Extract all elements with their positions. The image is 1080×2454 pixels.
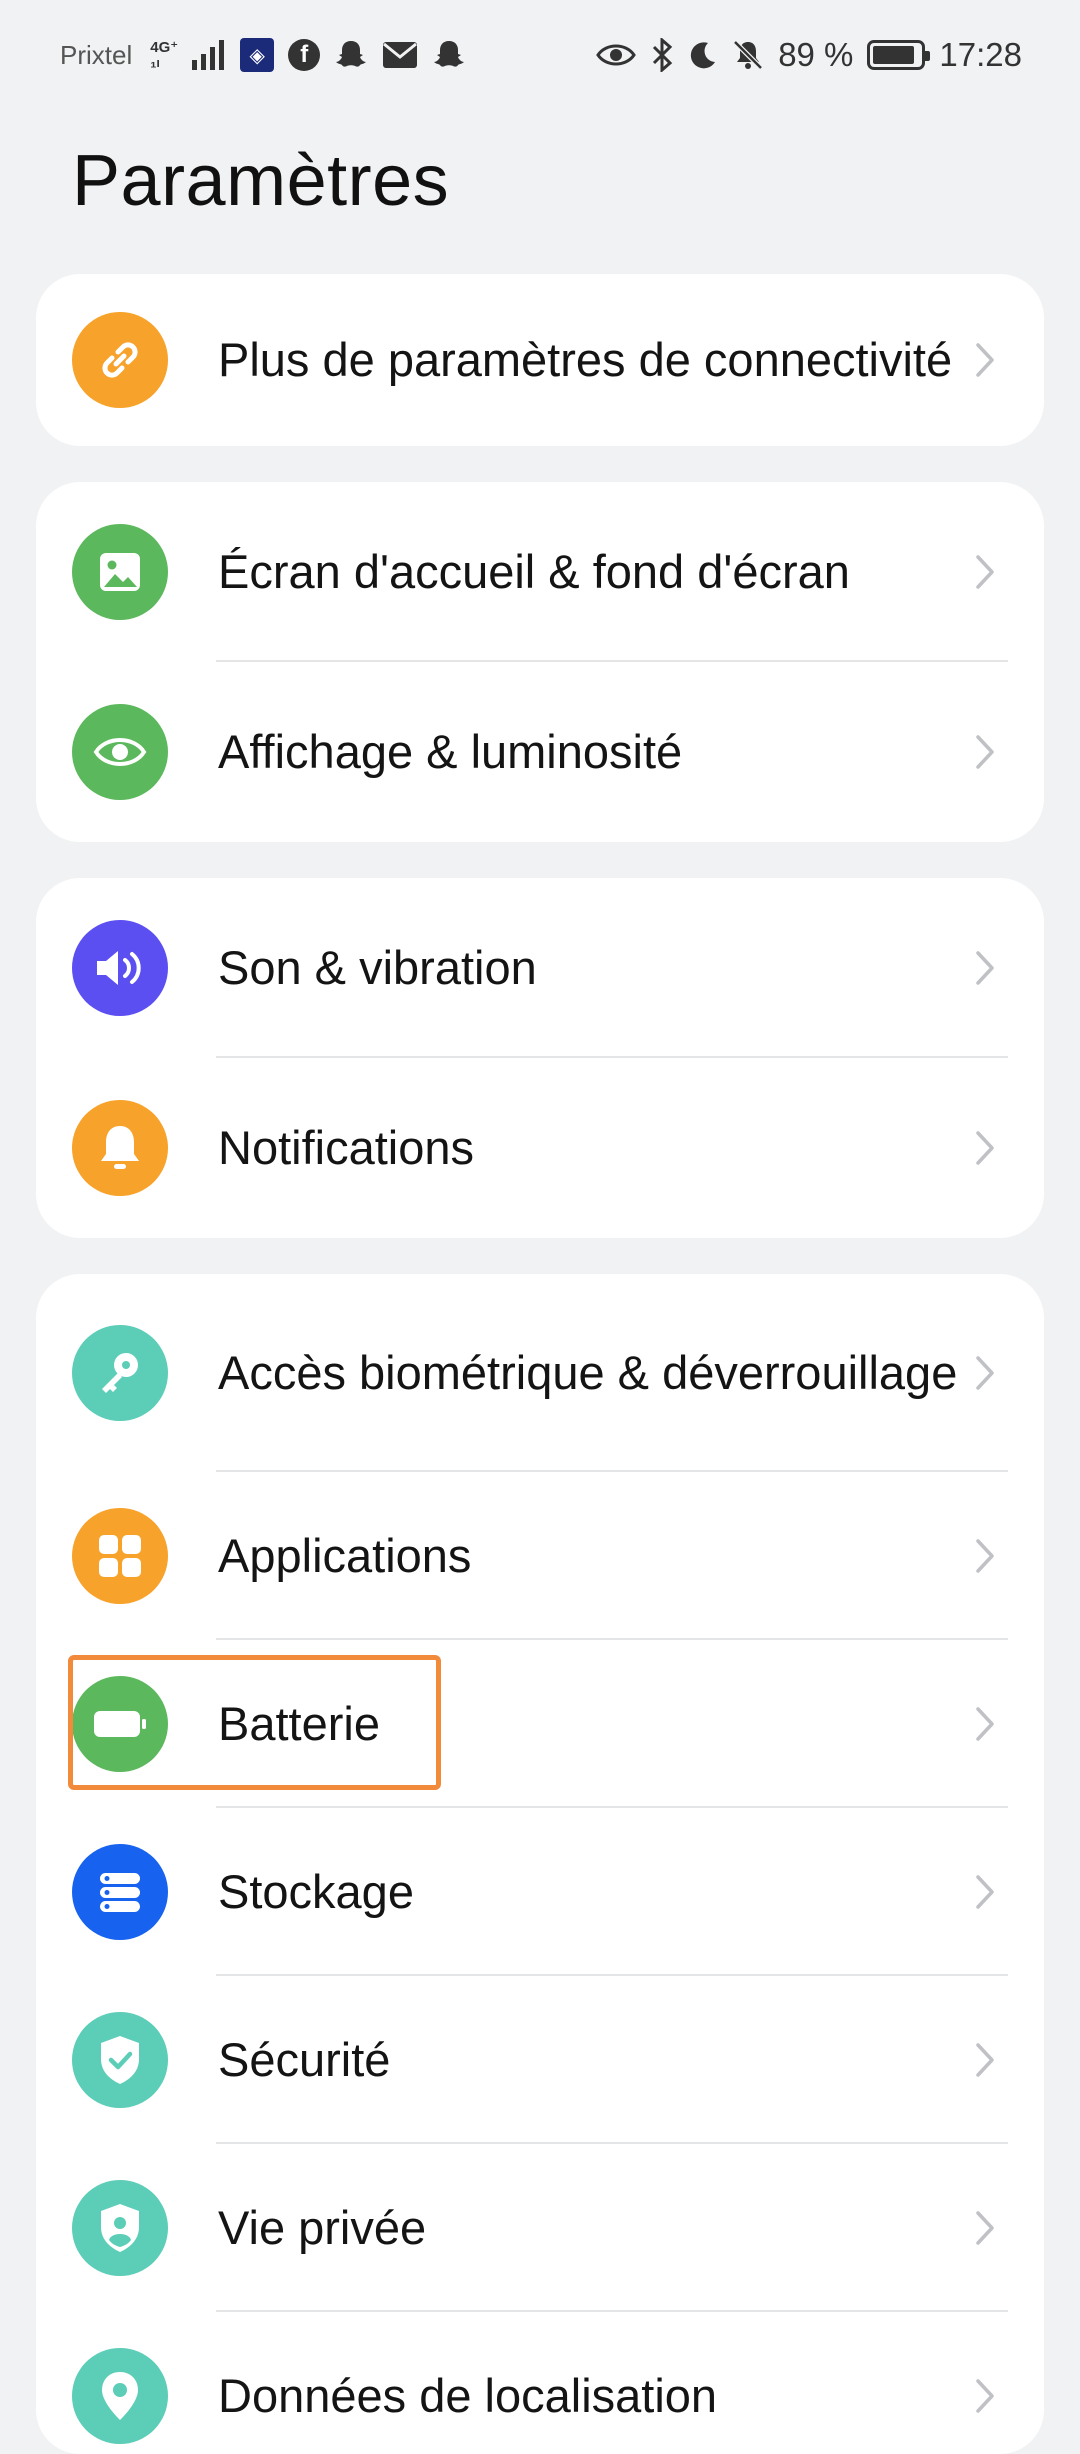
settings-item-notifications[interactable]: Notifications xyxy=(36,1058,1044,1238)
settings-card-display: Écran d'accueil & fond d'écran Affichage… xyxy=(36,482,1044,842)
bell-icon xyxy=(72,1100,168,1196)
battery-status-icon xyxy=(867,40,931,70)
chevron-right-icon xyxy=(970,1128,1000,1168)
status-left: Prixtel 4G⁺ ₁ₗ ◈ f xyxy=(60,38,466,72)
bluetooth-icon xyxy=(650,38,674,72)
status-bar: Prixtel 4G⁺ ₁ₗ ◈ f 89 % 17:28 xyxy=(0,0,1080,110)
apps-icon xyxy=(72,1508,168,1604)
settings-item-security[interactable]: Sécurité xyxy=(36,1976,1044,2144)
settings-item-applications[interactable]: Applications xyxy=(36,1472,1044,1640)
settings-item-home-screen[interactable]: Écran d'accueil & fond d'écran xyxy=(36,482,1044,662)
settings-item-connectivity[interactable]: Plus de paramètres de connectivité xyxy=(36,274,1044,446)
chevron-right-icon xyxy=(970,2208,1000,2248)
privacy-shield-icon xyxy=(72,2180,168,2276)
chevron-right-icon xyxy=(970,1872,1000,1912)
snapchat-icon-2 xyxy=(432,38,466,72)
link-icon xyxy=(72,312,168,408)
settings-item-label: Applications xyxy=(218,1529,472,1582)
network-type: 4G⁺ xyxy=(150,39,179,56)
key-icon xyxy=(72,1325,168,1421)
location-icon xyxy=(72,2348,168,2444)
battery-percent: 89 % xyxy=(778,36,854,73)
settings-item-location[interactable]: Données de localisation xyxy=(36,2312,1044,2454)
settings-item-label: Affichage & luminosité xyxy=(218,725,683,778)
settings-item-label: Données de localisation xyxy=(218,2369,718,2422)
settings-item-label: Plus de paramètres de connectivité xyxy=(218,333,953,386)
chevron-right-icon xyxy=(970,1704,1000,1744)
chevron-right-icon xyxy=(970,1536,1000,1576)
storage-icon xyxy=(72,1844,168,1940)
settings-item-label: Stockage xyxy=(218,1865,414,1918)
shield-check-icon xyxy=(72,2012,168,2108)
settings-item-battery[interactable]: Batterie xyxy=(36,1640,1044,1808)
speaker-icon xyxy=(72,920,168,1016)
settings-item-label: Écran d'accueil & fond d'écran xyxy=(218,545,850,598)
settings-item-sound[interactable]: Son & vibration xyxy=(36,878,1044,1058)
chevron-right-icon xyxy=(970,732,1000,772)
app-notification-icon: ◈ xyxy=(240,38,275,72)
settings-item-label: Notifications xyxy=(218,1121,474,1174)
chevron-right-icon xyxy=(970,340,1000,380)
settings-item-privacy[interactable]: Vie privée xyxy=(36,2144,1044,2312)
settings-item-label: Sécurité xyxy=(218,2033,391,2086)
settings-item-storage[interactable]: Stockage xyxy=(36,1808,1044,1976)
chevron-right-icon xyxy=(970,1353,1000,1393)
moon-icon xyxy=(688,40,718,70)
settings-item-label: Batterie xyxy=(218,1697,380,1750)
page-title: Paramètres xyxy=(72,141,450,221)
clock: 17:28 xyxy=(939,36,1022,73)
network-indicator: 4G⁺ ₁ₗ xyxy=(150,40,178,70)
battery-icon xyxy=(72,1676,168,1772)
settings-card-system: Accès biométrique & déverrouillage Appli… xyxy=(36,1274,1044,2454)
network-sub: ₁ₗ xyxy=(150,54,160,71)
settings-item-display[interactable]: Affichage & luminosité xyxy=(36,662,1044,842)
mail-icon xyxy=(382,41,418,69)
chevron-right-icon xyxy=(970,2376,1000,2416)
settings-item-biometrics[interactable]: Accès biométrique & déverrouillage xyxy=(36,1274,1044,1472)
facebook-icon: f xyxy=(288,39,321,71)
notifications-muted-icon xyxy=(732,39,764,71)
carrier-name: Prixtel xyxy=(60,39,133,70)
snapchat-icon xyxy=(334,38,368,72)
settings-item-label: Accès biométrique & déverrouillage xyxy=(218,1346,958,1399)
settings-item-label: Vie privée xyxy=(218,2201,427,2254)
chevron-right-icon xyxy=(970,948,1000,988)
settings-card-connectivity: Plus de paramètres de connectivité xyxy=(36,274,1044,446)
eye-comfort-icon xyxy=(596,42,636,68)
signal-icon xyxy=(192,40,226,70)
settings-item-label: Son & vibration xyxy=(218,941,537,994)
eye-icon xyxy=(72,704,168,800)
status-right: 89 % 17:28 xyxy=(596,36,1022,74)
chevron-right-icon xyxy=(970,2040,1000,2080)
image-icon xyxy=(72,524,168,620)
chevron-right-icon xyxy=(970,552,1000,592)
settings-card-sound: Son & vibration Notifications xyxy=(36,878,1044,1238)
